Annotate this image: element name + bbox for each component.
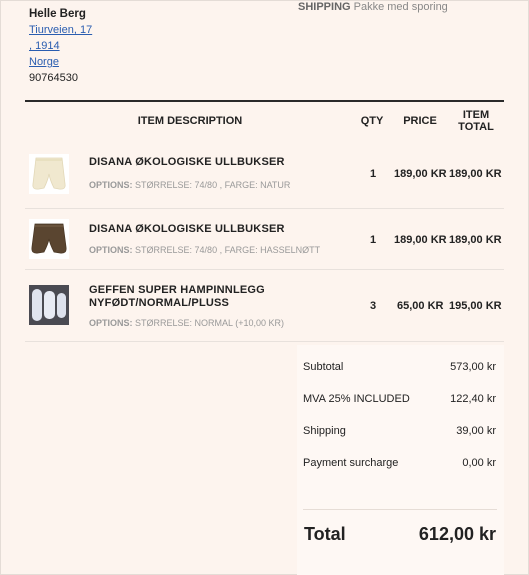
item-options: OPTIONS: STØRRELSE: 74/80 , FARGE: NATUR [89, 180, 290, 190]
vat-label: MVA 25% INCLUDED [303, 393, 410, 405]
options-value: STØRRELSE: NORMAL (+10,00 KR) [135, 318, 284, 328]
row-divider [25, 269, 504, 270]
vat-value: 122,40 kr [450, 393, 496, 405]
item-name-line2: NYFØDT/NORMAL/PLUSS [89, 297, 230, 309]
options-label: OPTIONS: [89, 245, 133, 255]
item-total: 195,00 KR [449, 300, 502, 312]
item-name: DISANA ØKOLOGISKE ULLBUKSER [89, 156, 285, 168]
grand-total-label: Total [304, 524, 346, 544]
item-options: OPTIONS: STØRRELSE: NORMAL (+10,00 KR) [89, 318, 284, 328]
item-name-line1: GEFFEN SUPER HAMPINNLEGG [89, 284, 265, 296]
total-divider [303, 509, 497, 510]
options-label: OPTIONS: [89, 318, 133, 328]
item-options: OPTIONS: STØRRELSE: 74/80 , FARGE: HASSE… [89, 245, 320, 255]
header-item-description: ITEM DESCRIPTION [137, 115, 243, 127]
shipping-method: SHIPPING Pakke med sporing [298, 1, 448, 13]
cream-wool-pants-image [29, 154, 69, 194]
hemp-inserts-image [29, 285, 69, 325]
payment-surcharge-value: 0,00 kr [462, 457, 496, 469]
item-qty: 1 [370, 168, 377, 180]
shipping-address: Helle Berg Tiurveien, 17 , 1914 Norge 90… [29, 6, 92, 86]
address-street-link[interactable]: Tiurveien, 17 [29, 22, 92, 38]
row-divider [25, 341, 504, 342]
customer-name: Helle Berg [29, 8, 86, 20]
item-name: DISANA ØKOLOGISKE ULLBUKSER [89, 223, 285, 235]
item-qty: 3 [370, 300, 377, 312]
row-divider [25, 208, 504, 209]
header-item-total-line2: TOTAL [458, 121, 494, 133]
item-price: 65,00 KR [397, 300, 444, 312]
payment-surcharge-label: Payment surcharge [303, 457, 399, 469]
item-total: 189,00 KR [449, 234, 502, 246]
header-qty: QTY [360, 115, 384, 127]
subtotal-label: Subtotal [303, 361, 344, 373]
address-postcode-link[interactable]: , 1914 [29, 38, 92, 54]
item-price: 189,00 KR [394, 234, 447, 246]
options-value: STØRRELSE: 74/80 , FARGE: NATUR [135, 180, 291, 190]
item-total: 189,00 KR [449, 168, 502, 180]
options-label: OPTIONS: [89, 180, 133, 190]
shipping-cost-label: Shipping [303, 425, 346, 437]
header-item-total-line1: ITEM [462, 109, 490, 121]
brown-wool-pants-image [29, 219, 69, 259]
item-name: GEFFEN SUPER HAMPINNLEGG NYFØDT/NORMAL/P… [89, 284, 265, 310]
customer-phone: 90764530 [29, 72, 78, 84]
item-qty: 1 [370, 234, 377, 246]
shipping-label: SHIPPING [298, 1, 351, 13]
options-value: STØRRELSE: 74/80 , FARGE: HASSELNØTT [135, 245, 321, 255]
header-price: PRICE [403, 115, 437, 127]
subtotal-value: 573,00 kr [450, 361, 496, 373]
header-item-total: ITEM TOTAL [450, 109, 502, 133]
grand-total-value: 612,00 kr [418, 524, 496, 544]
table-top-rule [25, 100, 504, 102]
shipping-method-value: Pakke med sporing [353, 1, 448, 13]
item-price: 189,00 KR [394, 168, 447, 180]
address-country-link[interactable]: Norge [29, 54, 92, 70]
shipping-cost-value: 39,00 kr [456, 425, 496, 437]
